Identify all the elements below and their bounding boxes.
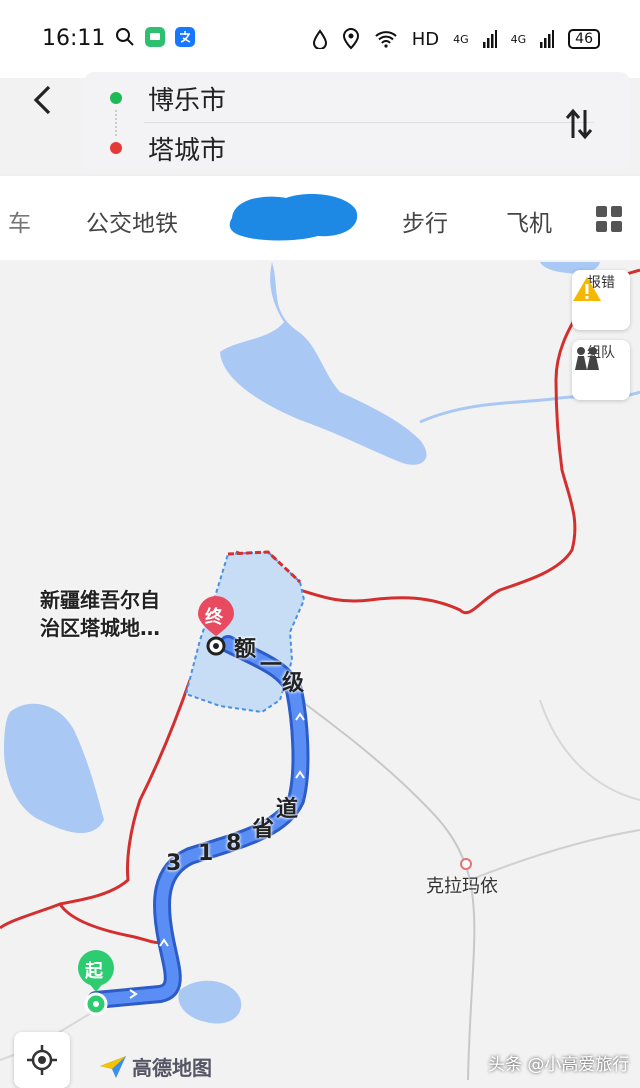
end-marker-label: 终 [205, 607, 223, 628]
map-logo: 高德地图 [98, 1052, 212, 1081]
drop-icon [312, 29, 327, 49]
start-marker-label: 起 [85, 961, 103, 982]
origin-dot [110, 92, 122, 104]
location-icon [342, 28, 359, 50]
signal-1-label: 4G [453, 32, 469, 46]
road-label-4: 3 [166, 851, 182, 876]
destination-dot [110, 142, 122, 154]
tab-walk[interactable]: 步行 [402, 204, 448, 238]
road-label-5: 1 [198, 841, 214, 866]
route-input-card: 博乐市 塔城市 [84, 72, 630, 170]
signal-icon-2 [540, 30, 555, 48]
transport-mode-tabs: 车 公交地铁 步行 飞机 [0, 176, 640, 260]
crosshair-icon [27, 1045, 57, 1075]
chevron-left-icon [33, 85, 51, 115]
road-label-1: 额 [234, 637, 257, 662]
road-label-2: 一 [260, 653, 283, 678]
warning-icon [573, 277, 601, 301]
origin-input[interactable]: 博乐市 [148, 80, 226, 117]
town-label[interactable]: 克拉玛依 [426, 872, 498, 898]
map-view[interactable]: 终 起 新疆维吾尔自 治区塔城地… 额 一 级 3 1 8 省 道 克拉玛依 报… [0, 260, 640, 1084]
network-label: HD [411, 28, 440, 50]
route-connector [115, 110, 119, 136]
signal-2-label: 4G [510, 32, 527, 46]
back-button[interactable] [22, 80, 62, 120]
battery-indicator: 46 [568, 29, 600, 49]
road-label-3: 级 [282, 671, 305, 696]
wifi-icon [375, 31, 397, 48]
tab-car[interactable]: 车 [8, 204, 31, 238]
tab-flight[interactable]: 飞机 [506, 204, 552, 238]
signal-icon [482, 30, 497, 48]
team-button[interactable]: 组队 [572, 340, 630, 400]
search-icon [116, 28, 134, 46]
more-modes-icon[interactable] [594, 204, 624, 234]
redaction-scribble [229, 194, 358, 241]
report-error-button[interactable]: 报错 [572, 270, 630, 330]
status-time: 16:11 [42, 26, 106, 51]
road-label-8: 道 [276, 797, 299, 822]
input-divider [144, 122, 594, 123]
watermark: 头条 @小高爱旅行 [488, 1055, 630, 1075]
locate-me-button[interactable] [14, 1032, 70, 1088]
tab-transit[interactable]: 公交地铁 [86, 204, 178, 238]
destination-area-label-line1: 新疆维吾尔自 [40, 588, 160, 612]
road-label-7: 省 [252, 817, 275, 842]
town-marker [460, 858, 472, 870]
message-app-icon [145, 27, 165, 47]
status-bar: 16:11 HD 4G 4G 46 [0, 0, 640, 78]
amap-logo-icon [100, 1055, 126, 1078]
swap-route-button[interactable] [556, 104, 602, 144]
alipay-icon [175, 27, 195, 47]
map-logo-text: 高德地图 [132, 1056, 212, 1080]
destination-area-label[interactable]: 新疆维吾尔自 治区塔城地… [40, 586, 160, 642]
destination-input[interactable]: 塔城市 [148, 130, 226, 167]
team-icon [575, 347, 599, 370]
road-label-6: 8 [226, 831, 242, 856]
destination-area-label-line2: 治区塔城地… [40, 616, 160, 640]
swap-icon [565, 108, 593, 140]
